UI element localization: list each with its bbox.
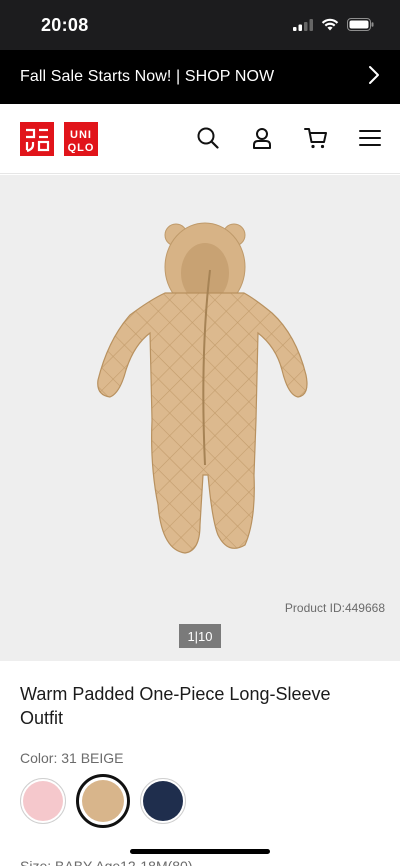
color-swatch[interactable] xyxy=(140,778,186,824)
site-header: UNI QLO xyxy=(0,104,400,174)
product-id: Product ID:449668 xyxy=(284,601,385,615)
cart-icon[interactable] xyxy=(304,126,328,150)
logo-latin: UNI QLO xyxy=(64,122,98,156)
home-indicator xyxy=(130,849,270,854)
color-swatch[interactable] xyxy=(20,778,66,824)
status-time: 20:08 xyxy=(41,15,89,35)
status-bar: 20:08 xyxy=(0,0,400,50)
svg-text:UNI: UNI xyxy=(70,129,92,141)
status-icons xyxy=(293,18,374,36)
svg-text:QLO: QLO xyxy=(68,142,95,153)
product-gallery[interactable]: Product ID:449668 1|10 xyxy=(0,175,400,661)
color-swatch-selected[interactable] xyxy=(76,774,130,828)
size-label: Size: BABY Age12-18M(80) xyxy=(20,858,193,866)
chevron-right-icon[interactable] xyxy=(368,65,380,90)
promo-banner[interactable]: Fall Sale Starts Now! | SHOP NOW xyxy=(0,50,400,104)
color-swatches xyxy=(20,774,186,828)
signal-icon xyxy=(293,18,313,36)
swatch-color xyxy=(82,780,124,822)
logo-latin-mark: UNI QLO xyxy=(68,129,95,153)
account-icon[interactable] xyxy=(250,126,274,150)
promo-text[interactable]: Fall Sale Starts Now! | SHOP NOW xyxy=(20,68,274,86)
swatch-color xyxy=(143,781,183,821)
battery-icon xyxy=(347,18,374,36)
wifi-icon xyxy=(321,18,339,36)
header-icons xyxy=(196,126,382,150)
uniqlo-logo[interactable]: UNI QLO xyxy=(20,122,98,156)
logo-katakana-mark xyxy=(25,128,50,152)
logo-katakana xyxy=(20,122,54,156)
color-label: Color: 31 BEIGE xyxy=(20,750,124,766)
product-title: Warm Padded One-Piece Long-Sleeve Outfit xyxy=(20,684,331,728)
swatch-color xyxy=(23,781,63,821)
product-image[interactable] xyxy=(0,175,400,595)
image-page-indicator: 1|10 xyxy=(179,624,221,648)
search-icon[interactable] xyxy=(196,126,220,150)
menu-icon[interactable] xyxy=(358,126,382,150)
